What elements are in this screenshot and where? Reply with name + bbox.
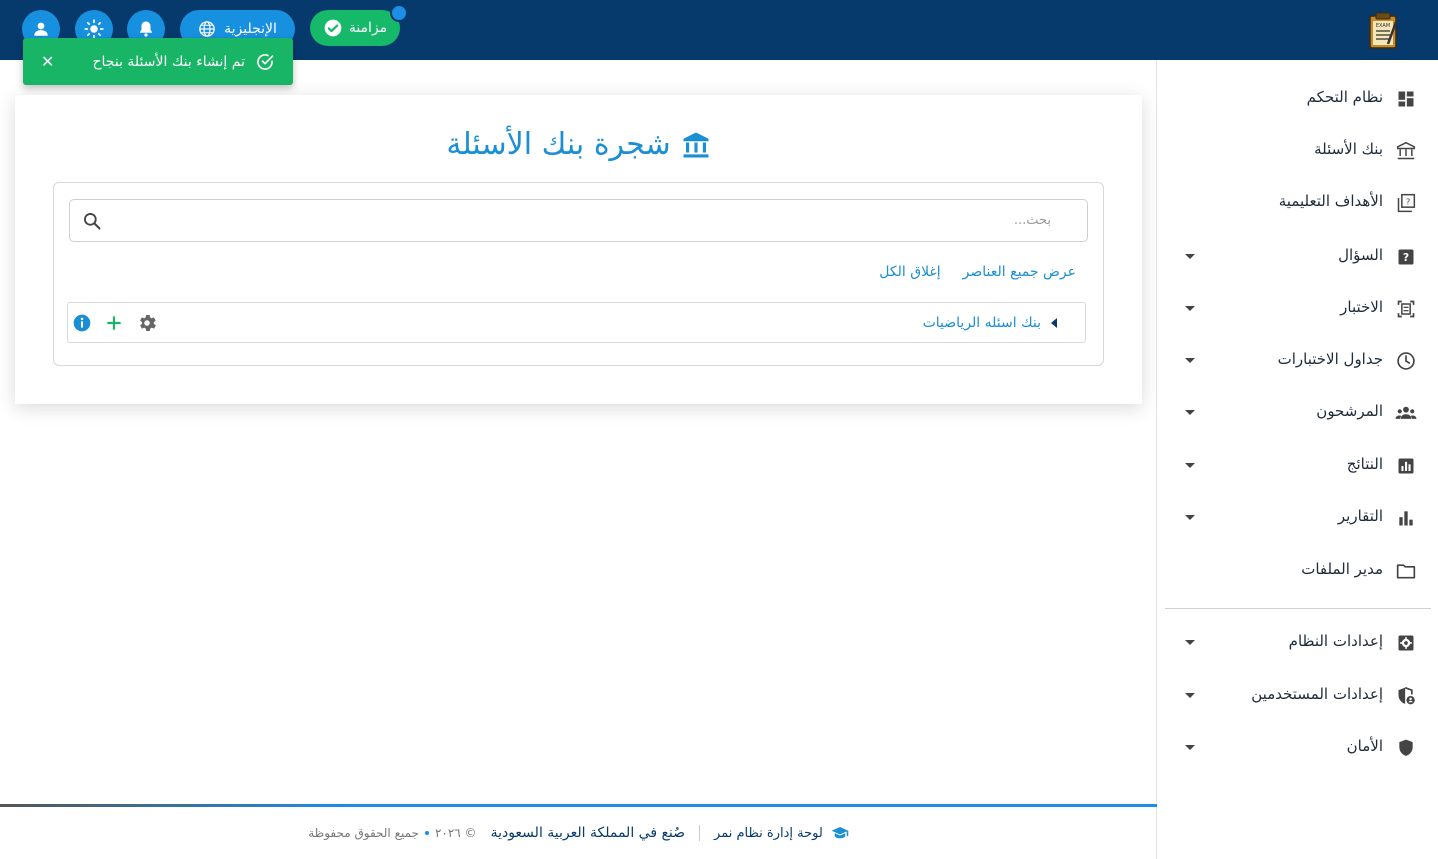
sun-icon <box>84 19 104 39</box>
sidebar-item-label: الأمان <box>1346 737 1383 755</box>
sidebar-item-question-bank[interactable]: بنك الأسئلة <box>1157 130 1438 170</box>
dashboard-icon <box>1395 88 1417 110</box>
svg-text:EXAM: EXAM <box>1376 23 1390 29</box>
exam-logo-icon[interactable]: EXAM <box>1366 12 1406 50</box>
bank-icon <box>1395 140 1417 162</box>
page-title-text: شجرة بنك الأسئلة <box>446 127 671 162</box>
user-shield-icon <box>1395 685 1417 707</box>
sidebar-item-label: نظام التحكم <box>1306 88 1383 106</box>
question-bank-tree-card: شجرة بنك الأسئلة عرض جميع العناصر إغلاق … <box>15 95 1142 404</box>
language-label: الإنجليزية <box>224 21 277 37</box>
toast-message: تم إنشاء بنك الأسئلة بنجاح <box>92 53 246 70</box>
tree-node-label-group: بنك اسئله الرياضيات <box>923 315 1057 331</box>
sidebar-item-file-manager[interactable]: مدير الملفات <box>1157 550 1438 590</box>
success-toast: ✕ تم إنشاء بنك الأسئلة بنجاح <box>23 38 293 85</box>
sidebar-item-label: المرشحون <box>1316 402 1383 420</box>
chevron-down-icon <box>1185 515 1195 520</box>
footer-rights: © ٢٠٢٦ جميع الحقوق محفوظة <box>308 826 476 840</box>
tree-controls: عرض جميع العناصر إغلاق الكل <box>879 264 1076 280</box>
sync-button[interactable]: مزامنة <box>310 10 400 46</box>
tree-panel: عرض جميع العناصر إغلاق الكل بنك اسئله ال… <box>53 182 1104 366</box>
sidebar-divider <box>1165 608 1431 609</box>
info-icon[interactable] <box>72 313 92 333</box>
chevron-down-icon <box>1185 463 1195 468</box>
settings-icon <box>1395 632 1417 654</box>
sidebar-item-candidates[interactable]: المرشحون <box>1157 392 1438 432</box>
footer-dot <box>424 831 429 835</box>
search-input[interactable] <box>151 213 1051 228</box>
sidebar-item-label: الاختبار <box>1340 298 1383 316</box>
sidebar-item-label: إعدادات النظام <box>1288 632 1383 650</box>
sidebar-item-label: الأهداف التعليمية <box>1278 192 1383 210</box>
quiz-book-icon: ? <box>1395 192 1417 214</box>
sidebar-item-exam-schedules[interactable]: جداول الاختبارات <box>1157 340 1438 380</box>
svg-text:?: ? <box>1403 251 1409 264</box>
sidebar-item-system-settings[interactable]: إعدادات النظام <box>1157 622 1438 662</box>
footer-year: © ٢٠٢٦ <box>434 826 477 840</box>
sidebar: نظام التحكم بنك الأسئلة ? الأهداف التعلي… <box>1156 60 1438 859</box>
footer: لوحة إدارة نظام نمر صُنع في المملكة العر… <box>0 807 1157 859</box>
check-circle-outline-icon <box>257 53 274 70</box>
sidebar-item-user-settings[interactable]: إعدادات المستخدمين <box>1157 675 1438 715</box>
page-title: شجرة بنك الأسئلة <box>15 127 1142 162</box>
chevron-down-icon <box>1185 745 1195 750</box>
clock-icon <box>1395 350 1417 372</box>
toast-close-button[interactable]: ✕ <box>41 52 54 71</box>
check-circle-icon <box>324 19 342 37</box>
expand-caret-icon[interactable] <box>1051 317 1057 328</box>
footer-brand: لوحة إدارة نظام نمر <box>714 824 849 842</box>
footer-separator <box>699 825 701 841</box>
footer-made-in: صُنع في المملكة العربية السعودية <box>490 825 686 841</box>
chevron-down-icon <box>1185 410 1195 415</box>
tree-node-label[interactable]: بنك اسئله الرياضيات <box>923 315 1041 331</box>
sidebar-item-exam[interactable]: الاختبار <box>1157 288 1438 328</box>
chevron-down-icon <box>1185 358 1195 363</box>
people-icon <box>1395 402 1417 424</box>
shield-icon <box>1395 737 1417 759</box>
folder-icon <box>1395 560 1417 582</box>
sidebar-item-label: التقارير <box>1337 507 1383 525</box>
show-all-link[interactable]: عرض جميع العناصر <box>963 264 1076 280</box>
sidebar-item-label: السؤال <box>1338 246 1383 264</box>
add-icon[interactable] <box>104 313 124 333</box>
footer-brand-text: لوحة إدارة نظام نمر <box>714 825 823 841</box>
search-icon[interactable] <box>82 211 102 231</box>
results-chart-icon <box>1395 455 1417 477</box>
globe-icon <box>199 21 215 37</box>
sync-label: مزامنة <box>348 20 388 36</box>
sync-status-dot <box>390 4 408 22</box>
chevron-down-icon <box>1185 693 1195 698</box>
chevron-down-icon <box>1185 254 1195 259</box>
user-icon <box>34 22 48 36</box>
bar-chart-icon <box>1395 507 1417 529</box>
sidebar-item-results[interactable]: النتائج <box>1157 445 1438 485</box>
sidebar-item-label: إعدادات المستخدمين <box>1251 685 1383 703</box>
exam-icon <box>1395 298 1417 320</box>
tree-node-actions <box>72 312 158 334</box>
sidebar-item-label: جداول الاختبارات <box>1277 350 1383 368</box>
chevron-down-icon <box>1185 640 1195 645</box>
sidebar-item-dashboard[interactable]: نظام التحكم <box>1157 78 1438 118</box>
sidebar-item-learning-objectives[interactable]: ? الأهداف التعليمية <box>1157 182 1438 222</box>
graduation-cap-icon <box>831 827 849 839</box>
sidebar-item-security[interactable]: الأمان <box>1157 727 1438 767</box>
collapse-all-link[interactable]: إغلاق الكل <box>879 264 940 280</box>
sidebar-item-label: بنك الأسئلة <box>1314 140 1383 158</box>
question-icon: ? <box>1395 246 1417 268</box>
chevron-down-icon <box>1185 306 1195 311</box>
sidebar-item-reports[interactable]: التقارير <box>1157 497 1438 537</box>
search-box <box>69 199 1088 242</box>
bell-icon <box>140 21 152 37</box>
sidebar-item-label: مدير الملفات <box>1301 560 1383 578</box>
bank-icon <box>683 132 709 157</box>
footer-rights-text: جميع الحقوق محفوظة <box>308 826 419 840</box>
tree-node[interactable]: بنك اسئله الرياضيات <box>67 302 1086 343</box>
svg-text:?: ? <box>1406 196 1410 206</box>
sidebar-item-label: النتائج <box>1346 455 1383 473</box>
gear-icon[interactable] <box>136 312 158 334</box>
sidebar-item-question[interactable]: ? السؤال <box>1157 236 1438 276</box>
